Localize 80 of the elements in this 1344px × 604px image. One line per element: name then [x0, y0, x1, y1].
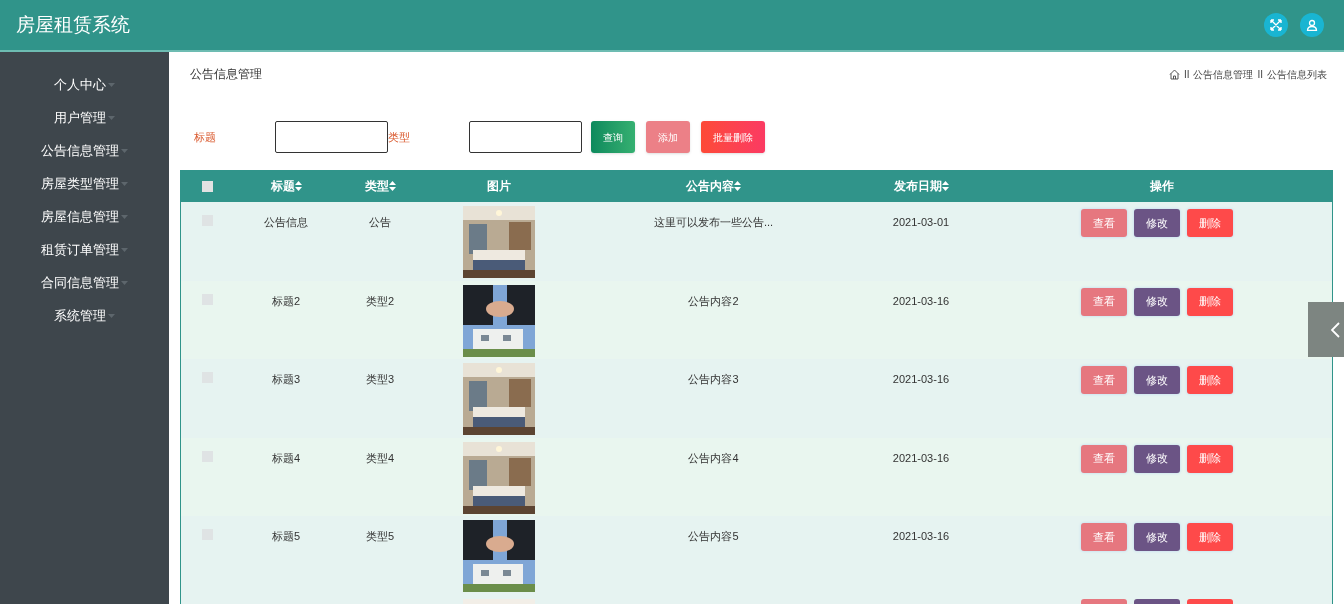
sidebar-item[interactable]: 租赁订单管理: [41, 233, 128, 266]
edit-button[interactable]: 修改: [1133, 287, 1180, 316]
breadcrumb-separator: II: [1257, 67, 1263, 82]
table-cell-text: 公告内容4: [688, 450, 739, 466]
field-label: 标题: [194, 129, 217, 145]
fullscreen-icon[interactable]: [1264, 13, 1288, 37]
edit-button[interactable]: 修改: [1133, 209, 1180, 237]
breadcrumb-item[interactable]: 公告信息管理: [1193, 66, 1254, 82]
batch-delete-button[interactable]: 批量删除: [701, 121, 765, 153]
page-title: 公告信息管理: [190, 66, 262, 83]
caret-icon: [108, 82, 115, 87]
table-cell-text: 类型3: [365, 372, 395, 387]
table-cell-text: 标题4: [271, 450, 301, 466]
sidebar-item[interactable]: 系统管理: [54, 299, 115, 332]
column-header[interactable]: 类型: [364, 177, 396, 195]
search-field[interactable]: [275, 121, 388, 153]
column-header[interactable]: 标题: [270, 177, 302, 195]
table-cell-text: 标题5: [271, 529, 301, 544]
sidebar-item[interactable]: 用户管理: [54, 101, 115, 134]
table-cell-text: 公告内容5: [688, 529, 739, 544]
column-header[interactable]: 图片: [486, 177, 511, 195]
delete-button[interactable]: 删除: [1186, 444, 1233, 473]
delete-button[interactable]: 删除: [1186, 287, 1233, 316]
add-button[interactable]: 添加: [646, 121, 690, 153]
view-button[interactable]: 查看: [1080, 366, 1127, 394]
app-title: 房屋租赁系统: [16, 12, 130, 37]
caret-icon: [108, 115, 115, 120]
table-cell-text: 公告内容3: [688, 372, 739, 387]
caret-icon: [121, 280, 128, 285]
table-cell-text: 类型5: [365, 529, 395, 544]
home-icon[interactable]: [1168, 68, 1180, 80]
view-button[interactable]: 查看: [1080, 287, 1127, 316]
breadcrumb-item[interactable]: 公告信息列表: [1267, 66, 1327, 82]
table-cell-text: 2021-03-16: [892, 450, 950, 466]
table-cell-text: 这里可以发布一些公告...: [653, 215, 774, 230]
field-label: 类型: [388, 129, 411, 145]
view-button[interactable]: 查看: [1080, 444, 1127, 473]
sidebar-item[interactable]: 公告信息管理: [41, 134, 128, 167]
collapse-tab[interactable]: [1308, 302, 1344, 357]
view-button[interactable]: 查看: [1080, 523, 1127, 551]
table-cell-text: 公告信息: [264, 215, 308, 230]
search-field[interactable]: [469, 121, 582, 153]
caret-icon: [121, 181, 128, 186]
column-header[interactable]: 公告内容: [686, 177, 741, 195]
sidebar-item[interactable]: 合同信息管理: [41, 266, 128, 299]
delete-button[interactable]: 删除: [1186, 209, 1233, 237]
view-button[interactable]: 查看: [1080, 209, 1127, 237]
column-header[interactable]: 操作: [1149, 177, 1174, 195]
sort-icon[interactable]: [941, 181, 949, 191]
column-header[interactable]: 发布日期: [893, 177, 949, 195]
sort-icon[interactable]: [388, 181, 396, 191]
sort-icon[interactable]: [734, 181, 741, 191]
table-cell-text: 类型2: [365, 293, 395, 309]
breadcrumb-separator: II: [1183, 67, 1190, 82]
table-cell-text: 公告: [369, 215, 391, 230]
sidebar-item[interactable]: 房屋信息管理: [41, 200, 128, 233]
table-cell-text: 2021-03-16: [892, 372, 950, 387]
sidebar-item[interactable]: 个人中心: [54, 68, 115, 101]
select-all-checkbox[interactable]: [201, 180, 213, 192]
caret-icon: [121, 214, 128, 219]
sort-icon[interactable]: [294, 181, 302, 191]
table-cell-text: 公告内容2: [688, 293, 739, 309]
edit-button[interactable]: 修改: [1133, 523, 1180, 551]
table-cell-text: 2021-03-01: [892, 215, 950, 230]
sidebar-item[interactable]: 房屋类型管理: [41, 167, 128, 200]
table-cell-text: 标题3: [271, 372, 301, 387]
caret-icon: [121, 148, 128, 153]
delete-button[interactable]: 删除: [1186, 523, 1233, 551]
table-cell-text: 类型4: [365, 450, 395, 466]
chevron-left-icon: [1331, 321, 1340, 338]
caret-icon: [108, 313, 115, 318]
table-cell-text: 标题2: [271, 293, 301, 309]
delete-button[interactable]: 删除: [1186, 366, 1233, 394]
caret-icon: [121, 247, 128, 252]
table-cell-text: 2021-03-16: [892, 529, 950, 544]
edit-button[interactable]: 修改: [1133, 444, 1180, 473]
user-icon[interactable]: [1300, 13, 1324, 37]
table-cell-text: 2021-03-16: [892, 293, 950, 309]
edit-button[interactable]: 修改: [1133, 366, 1180, 394]
query-button[interactable]: 查询: [591, 121, 635, 153]
